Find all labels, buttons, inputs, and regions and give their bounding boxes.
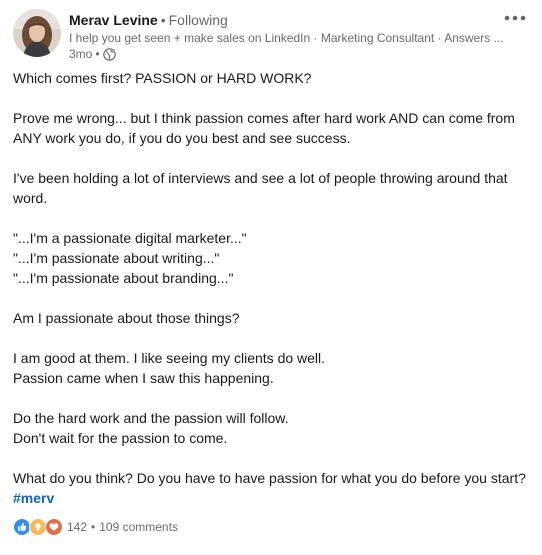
post-text-line: Am I passionate about those things?	[13, 310, 240, 326]
avatar-image	[13, 9, 61, 57]
love-icon	[45, 518, 63, 536]
post-text-line: "...I'm passionate about branding..."	[13, 270, 234, 286]
follow-status: Following	[168, 12, 228, 28]
more-options-button[interactable]	[501, 7, 529, 27]
post-blank-line	[13, 148, 535, 168]
post-blank-line	[13, 388, 535, 408]
reaction-count[interactable]: 142	[67, 520, 87, 534]
post-text-line: Do the hard work and the passion will fo…	[13, 410, 289, 426]
post-text-line: I am good at them. I like seeing my clie…	[13, 350, 326, 366]
post-text-line: Don't wait for the passion to come.	[13, 430, 228, 446]
post-header: Merav Levine • Following I help you get se…	[13, 9, 533, 61]
post-text-line: What do you think? Do you have to have p…	[13, 470, 526, 486]
reaction-icons[interactable]	[13, 518, 63, 536]
author-separator: •	[160, 12, 166, 28]
post-text-line: ANY work you do, if you do you best and …	[13, 130, 351, 146]
post-text-line: I've been holding a lot of interviews an…	[13, 170, 508, 186]
globe-icon	[102, 47, 116, 61]
hashtag-link[interactable]: #merv	[13, 490, 54, 506]
post-blank-line	[13, 448, 535, 468]
author-name[interactable]: Merav Levine	[69, 12, 158, 28]
post-blank-line	[13, 288, 535, 308]
post-text-line: Which comes first? PASSION or HARD WORK?	[13, 70, 312, 86]
comments-count-link[interactable]: 109 comments	[99, 520, 178, 534]
feed-post: Merav Levine • Following I help you get se…	[0, 0, 542, 555]
author-line: Merav Levine • Following	[69, 11, 228, 29]
post-blank-line	[13, 328, 535, 348]
post-time: 3mo	[69, 47, 93, 61]
social-separator: •	[91, 520, 96, 534]
post-text-line: "...I'm a passionate digital marketer...…	[13, 230, 247, 246]
post-text-line: Passion came when I saw this happening.	[13, 370, 274, 386]
avatar[interactable]	[13, 9, 61, 57]
post-body: Which comes first? PASSION or HARD WORK?…	[13, 68, 535, 508]
meta-separator: •	[95, 47, 100, 61]
author-headline: I help you get seen + make sales on Link…	[69, 31, 504, 45]
post-text-line: Prove me wrong... but I think passion co…	[13, 110, 515, 126]
post-meta: 3mo •	[69, 46, 116, 62]
post-blank-line	[13, 88, 535, 108]
post-blank-line	[13, 208, 535, 228]
hashtag-line: #merv	[13, 488, 535, 508]
post-text-line: "...I'm passionate about writing..."	[13, 250, 220, 266]
ellipsis-icon	[504, 8, 526, 26]
social-counts: 142 • 109 comments	[13, 518, 178, 536]
post-text-line: word.	[13, 190, 48, 206]
